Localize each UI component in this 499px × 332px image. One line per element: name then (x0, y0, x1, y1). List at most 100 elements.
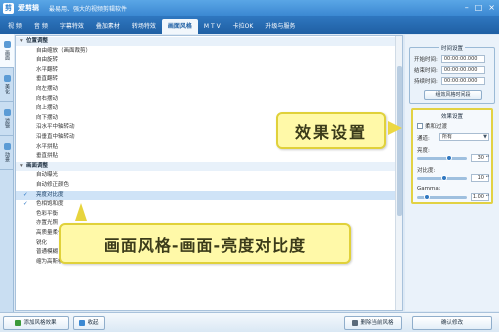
effect-settings-group: 效果设置 柔和过渡 通道: 所有 ▼ 亮度: 30 对比度: 10 Gamma:… (411, 108, 493, 204)
gamma-value-field[interactable]: 1.00 (471, 193, 489, 201)
side-tab-label: 美化 (4, 84, 10, 94)
list-item[interactable]: 自由旋转 (16, 56, 402, 65)
channel-value: 所有 (442, 134, 453, 140)
side-tab-label: 画面 (4, 50, 10, 60)
list-item[interactable]: 向右摆动 (16, 95, 402, 104)
list-item-label: 锐化 (36, 239, 48, 246)
list-item[interactable]: 向左摆动 (16, 85, 402, 94)
minimize-icon[interactable]: – (465, 3, 469, 13)
list-item[interactable]: 色彩平衡 (16, 210, 402, 219)
list-item-label: 自动曝光 (36, 172, 59, 179)
tab-upgrade-service[interactable]: 升级与服务 (259, 19, 301, 34)
app-title: 爱剪辑 (18, 4, 39, 12)
list-item[interactable]: ✓ 亮度对比度 (16, 190, 402, 200)
main-tab-bar: 视 频 音 频 字幕特效 叠加素材 转场特效 画面风格 M T V 卡拉OK 升… (0, 16, 499, 34)
tab-overlay-materials[interactable]: 叠加素材 (90, 19, 126, 34)
style-path-callout: 画面风格-画面-亮度对比度 (59, 223, 351, 264)
app-subtitle: 最易用、强大的视频剪辑软件 (49, 5, 128, 13)
bottom-action-bar: 添加风格效果 收起 删除当前风格 确认修改 (0, 312, 499, 332)
tab-karaoke[interactable]: 卡拉OK (227, 19, 260, 34)
list-item-label: 色相饱和度 (36, 201, 64, 208)
list-item-label: 垂直翻转 (36, 76, 59, 83)
style-callout-pointer (75, 203, 87, 221)
tab-picture-style[interactable]: 画面风格 (161, 19, 198, 34)
list-category[interactable]: ▾ 位置调整 (16, 37, 402, 46)
side-tab-filter[interactable]: 滤镜 (0, 102, 14, 136)
collapse-button[interactable]: 收起 (73, 316, 105, 330)
checkbox-box[interactable] (417, 123, 423, 129)
add-style-effect-button[interactable]: 添加风格效果 (3, 316, 69, 330)
soft-transition-label: 柔和过渡 (425, 124, 448, 130)
tab-mtv[interactable]: M T V (198, 19, 227, 34)
list-item-label: 向下摆动 (36, 114, 59, 121)
tab-video[interactable]: 视 频 (2, 19, 28, 34)
side-tab-label: 动景 (4, 152, 10, 162)
list-item-label: 垂直拼贴 (36, 153, 59, 160)
channel-select[interactable]: 所有 ▼ (439, 133, 489, 141)
gamma-label: Gamma: (417, 186, 441, 192)
maximize-icon[interactable]: □ (475, 3, 483, 13)
app-logo-icon: 剪 (3, 2, 14, 14)
list-scrollbar[interactable] (395, 36, 402, 310)
confirm-changes-button[interactable]: 确认修改 (412, 316, 492, 330)
contrast-slider-knob[interactable] (441, 175, 448, 181)
time-settings-group: 时间设置 开始时间: 00:00:00.000 结束时间: 00:00:00.0… (409, 44, 495, 104)
gamma-slider[interactable] (417, 194, 467, 200)
filter-icon (3, 109, 11, 116)
list-item[interactable]: 自由缩放（画面裁剪） (16, 47, 402, 56)
apply-time-range-button[interactable]: 组效风格时间段 (424, 90, 482, 100)
brightness-value-field[interactable]: 30 (471, 154, 489, 162)
start-time-field[interactable]: 00:00:00.000 (440, 55, 485, 63)
brightness-slider-knob[interactable] (445, 155, 452, 161)
list-item-label: 沿垂直中轴转动 (36, 134, 75, 140)
tab-audio[interactable]: 音 频 (28, 19, 54, 34)
contrast-label: 对比度: (417, 168, 436, 174)
list-item[interactable]: ✓ 色相饱和度 (16, 200, 402, 209)
trash-icon (352, 320, 359, 326)
brightness-label: 亮度: (417, 148, 430, 154)
list-item[interactable]: 垂直翻转 (16, 75, 402, 84)
motion-icon (3, 143, 11, 150)
contrast-slider[interactable] (417, 175, 467, 181)
add-style-effect-label: 添加风格效果 (23, 320, 57, 326)
list-item[interactable]: 垂直拼贴 (16, 152, 402, 161)
close-icon[interactable]: × (488, 3, 495, 13)
end-time-field[interactable]: 00:00:00.000 (440, 66, 485, 74)
list-item[interactable]: 自动修正颜色 (16, 181, 402, 190)
list-item-label: 自由缩放（画面裁剪） (36, 47, 92, 54)
tab-transition-effects[interactable]: 转场特效 (126, 19, 162, 34)
picture-icon (3, 41, 11, 48)
start-time-label: 开始时间: (414, 57, 438, 63)
list-item-label: 水平翻转 (36, 66, 59, 73)
duration-label: 持续时间: (414, 79, 438, 85)
side-tab-picture[interactable]: 画面 (0, 34, 14, 68)
list-item-label: 水平拼贴 (36, 143, 59, 150)
gamma-slider-knob[interactable] (423, 194, 430, 200)
tab-subtitle-effects[interactable]: 字幕特效 (54, 19, 90, 34)
list-category[interactable]: ▾ 画面调整 (16, 161, 402, 171)
chevron-down-icon: ▼ (483, 134, 487, 140)
effects-list-panel: ▾ 位置调整 自由缩放（画面裁剪） 自由旋转 水平翻转 垂直翻转 向左摆动 向右摆动 向上摆动向… (15, 35, 403, 311)
side-tab-motion[interactable]: 动景 (0, 136, 14, 170)
contrast-value-field[interactable]: 10 (471, 174, 489, 182)
scrollbar-thumb[interactable] (397, 66, 402, 216)
list-item-label: 位置调整 (26, 38, 49, 44)
effect-settings-title: 效果设置 (440, 114, 463, 120)
delete-style-label: 删除当前风格 (360, 320, 394, 326)
list-item-label: 亦置光照 (36, 220, 59, 227)
brightness-slider[interactable] (417, 155, 467, 161)
time-settings-title: 时间设置 (438, 44, 466, 52)
delete-style-button[interactable]: 删除当前风格 (344, 316, 402, 330)
list-item[interactable]: 水平翻转 (16, 66, 402, 75)
collapse-label: 收起 (87, 320, 99, 326)
list-item-label: 自动修正颜色 (36, 182, 70, 188)
soft-transition-checkbox[interactable]: 柔和过渡 (417, 122, 447, 130)
duration-field[interactable]: 00:00:00.000 (440, 77, 485, 85)
end-time-label: 结束时间: (414, 68, 438, 74)
collapse-icon (79, 320, 86, 326)
sparkle-icon (3, 75, 11, 82)
list-item-label: 自由旋转 (36, 57, 59, 64)
side-tab-beautify[interactable]: 美化 (0, 68, 14, 102)
list-item[interactable]: 自动曝光 (16, 171, 402, 180)
side-tab-bar: 画面 美化 滤镜 动景 (0, 34, 14, 312)
